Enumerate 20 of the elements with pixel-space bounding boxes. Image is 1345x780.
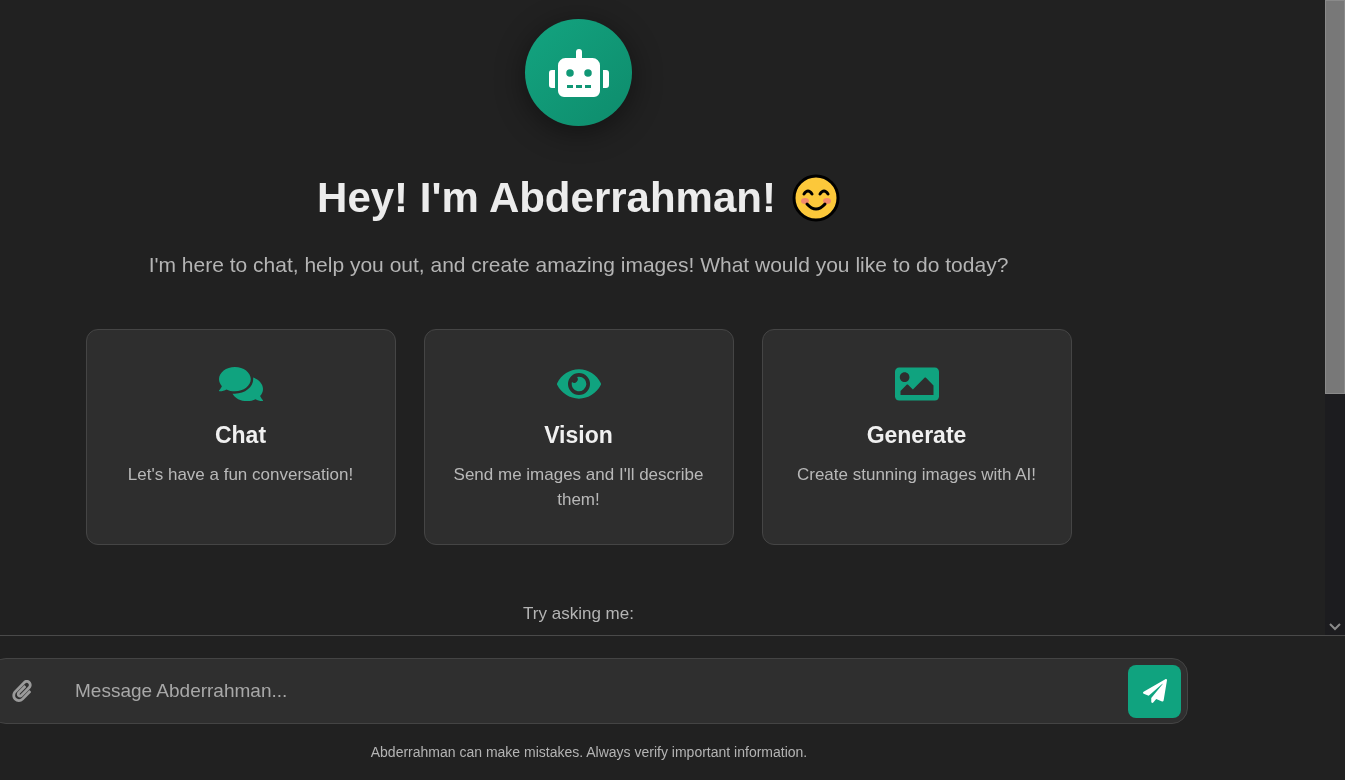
disclaimer-text: Abderrahman can make mistakes. Always verify important information.	[369, 743, 809, 762]
card-description: Send me images and I'll describe them!	[452, 464, 705, 511]
card-description: Let's have a fun conversation!	[126, 464, 355, 486]
card-title: Vision	[544, 420, 613, 450]
smiley-emoji-icon	[791, 173, 840, 222]
message-input[interactable]: Message Abderrahman...	[75, 676, 1128, 706]
welcome-subtitle: I'm here to chat, help you out, and create amazing images! What would you like to do today?	[148, 252, 1009, 278]
send-icon	[1142, 679, 1167, 703]
card-title: Chat	[214, 420, 267, 450]
suggestions-heading: Try asking me:	[523, 602, 634, 625]
feature-card[interactable]: Generate Create stunning images with AI!	[761, 328, 1072, 545]
message-composer[interactable]: Message Abderrahman...	[0, 658, 1188, 724]
welcome-title: Hey! I'm Abderrahman!	[317, 173, 776, 223]
scrollbar[interactable]	[1325, 0, 1345, 635]
paperclip-icon[interactable]	[11, 680, 33, 702]
card-description: Create stunning images with AI!	[795, 464, 1038, 486]
card-title: Generate	[866, 420, 967, 450]
feature-card[interactable]: Chat Let's have a fun conversation!	[85, 328, 396, 545]
feature-card[interactable]: Vision Send me images and I'll describe them!	[423, 328, 734, 545]
send-button[interactable]	[1128, 664, 1181, 718]
